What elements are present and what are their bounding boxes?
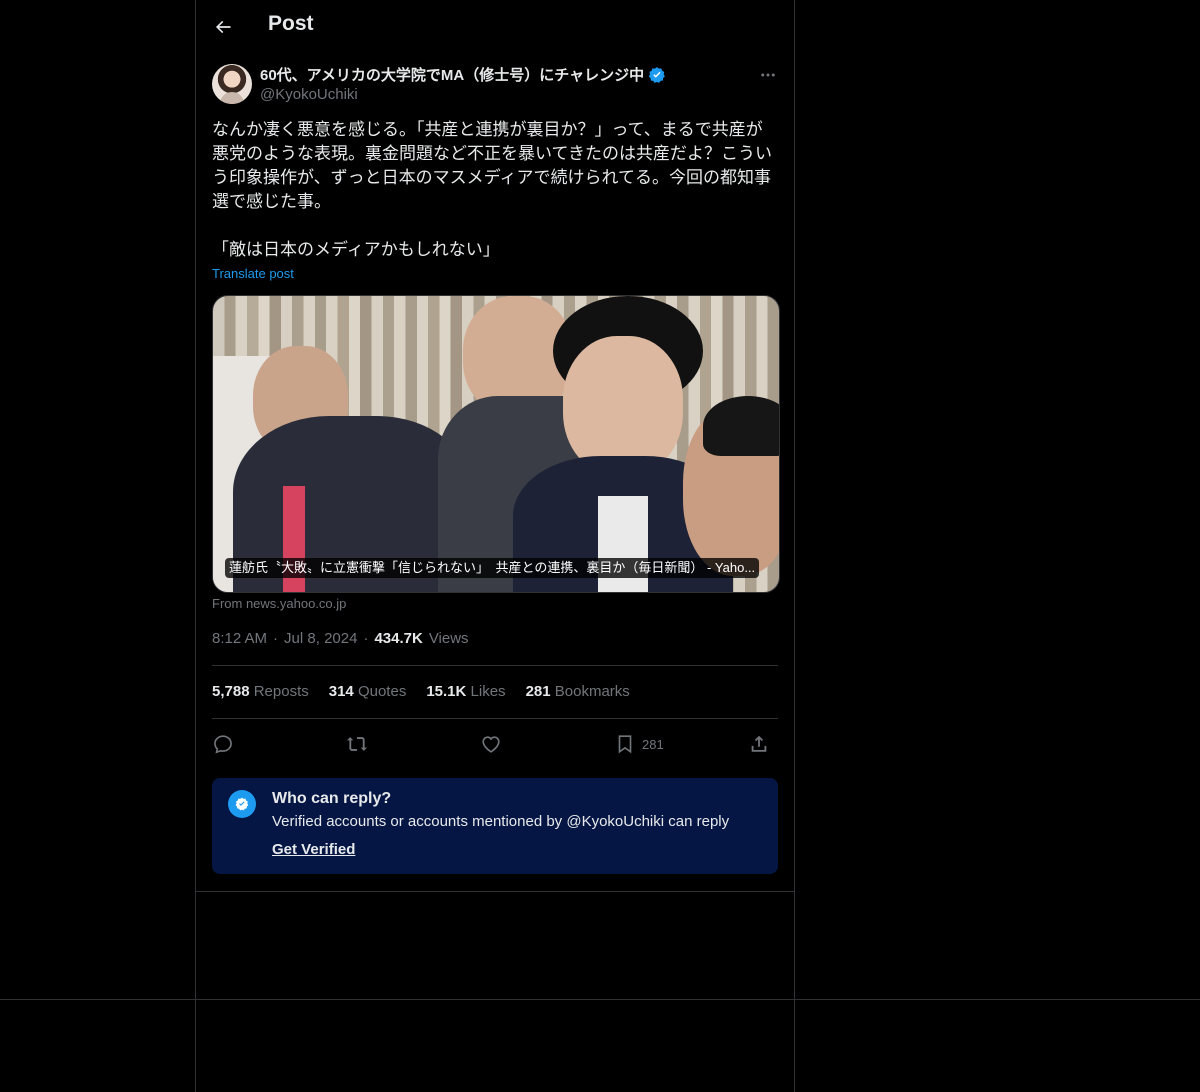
share-icon (751, 735, 767, 752)
repost-button[interactable] (346, 730, 368, 758)
author-display-name[interactable]: 60代、アメリカの大学院でMA（修士号）にチャレンジ中 (260, 64, 644, 85)
quotes-label: Quotes (357, 683, 407, 700)
avatar[interactable] (212, 64, 252, 104)
author-handle[interactable]: @KyokoUchiki (260, 86, 358, 103)
reply-button[interactable] (212, 730, 234, 758)
likes-count: 15.1K (426, 683, 467, 700)
reply-restriction-text: Verified accounts or accounts mentioned … (272, 813, 730, 830)
bookmark-button[interactable]: 281 (614, 730, 664, 758)
post-stats: 5,788 Reposts 314 Quotes 15.1K Likes 281… (212, 683, 630, 700)
back-button[interactable] (210, 14, 236, 40)
reposts-label: Reposts (253, 683, 309, 700)
action-bar: 281 (212, 730, 778, 758)
reply-icon (214, 735, 232, 754)
translate-post-link[interactable]: Translate post (212, 266, 294, 281)
author-name-row[interactable]: 60代、アメリカの大学院でMA（修士号）にチャレンジ中 (260, 64, 666, 85)
like-icon (482, 736, 500, 753)
person-face-main (563, 336, 683, 476)
post-meta: 8:12 AM · Jul 8, 2024 · 434.7K Views (212, 630, 469, 647)
back-arrow-icon (216, 20, 231, 34)
divider (212, 665, 778, 666)
page-divider (0, 999, 1200, 1000)
card-source[interactable]: From news.yahoo.co.jp (212, 596, 346, 611)
white-blouse (598, 496, 648, 592)
quotes-stat[interactable]: 314 Quotes (329, 683, 407, 700)
bookmarks-count: 281 (525, 683, 551, 700)
verified-badge-icon (648, 66, 665, 83)
get-verified-link[interactable]: Get Verified (272, 841, 355, 858)
like-button[interactable] (480, 730, 502, 758)
link-card-image[interactable]: 蓮舫氏〝大敗〟に立憲衝撃「信じられない」 共産との連携、裏目か（毎日新聞） - … (212, 295, 780, 593)
reposts-count: 5,788 (212, 683, 250, 700)
likes-stat[interactable]: 15.1K Likes (426, 683, 505, 700)
meta-dot: · (273, 630, 279, 647)
more-icon (761, 73, 775, 77)
post-column: Post 60代、アメリカの大学院でMA（修士号）にチャレンジ中 @KyokoU… (196, 0, 794, 892)
post-time[interactable]: 8:12 AM (212, 630, 267, 647)
share-button[interactable] (748, 730, 770, 758)
more-button[interactable] (756, 64, 780, 86)
post-header: Post (196, 0, 794, 53)
person-hair-right (703, 396, 779, 456)
bookmark-icon (618, 735, 632, 754)
meta-dot: · (363, 630, 369, 647)
card-caption: 蓮舫氏〝大敗〟に立憲衝撃「信じられない」 共産との連携、裏目か（毎日新聞） - … (225, 558, 760, 578)
views-label: Views (428, 630, 469, 647)
views-count: 434.7K (374, 630, 423, 647)
divider (212, 718, 778, 719)
who-can-reply-box: Who can reply? Verified accounts or acco… (212, 778, 778, 874)
quotes-count: 314 (328, 683, 354, 700)
likes-label: Likes (470, 683, 506, 700)
bookmarks-label: Bookmarks (554, 683, 630, 700)
reposts-stat[interactable]: 5,788 Reposts (212, 683, 309, 700)
verified-check-icon (228, 790, 256, 818)
page-title: Post (268, 12, 314, 35)
bookmarks-stat[interactable]: 281 Bookmarks (526, 683, 630, 700)
bookmark-count: 281 (642, 736, 664, 752)
reply-restriction-title: Who can reply? (272, 790, 392, 807)
repost-icon (347, 737, 367, 751)
post-text: なんか凄く悪意を感じる。「共産と連携が裏目か？」って、まるで共産が悪党のような表… (212, 120, 772, 259)
right-column-border (794, 0, 795, 1092)
post-date[interactable]: Jul 8, 2024 (284, 630, 357, 647)
